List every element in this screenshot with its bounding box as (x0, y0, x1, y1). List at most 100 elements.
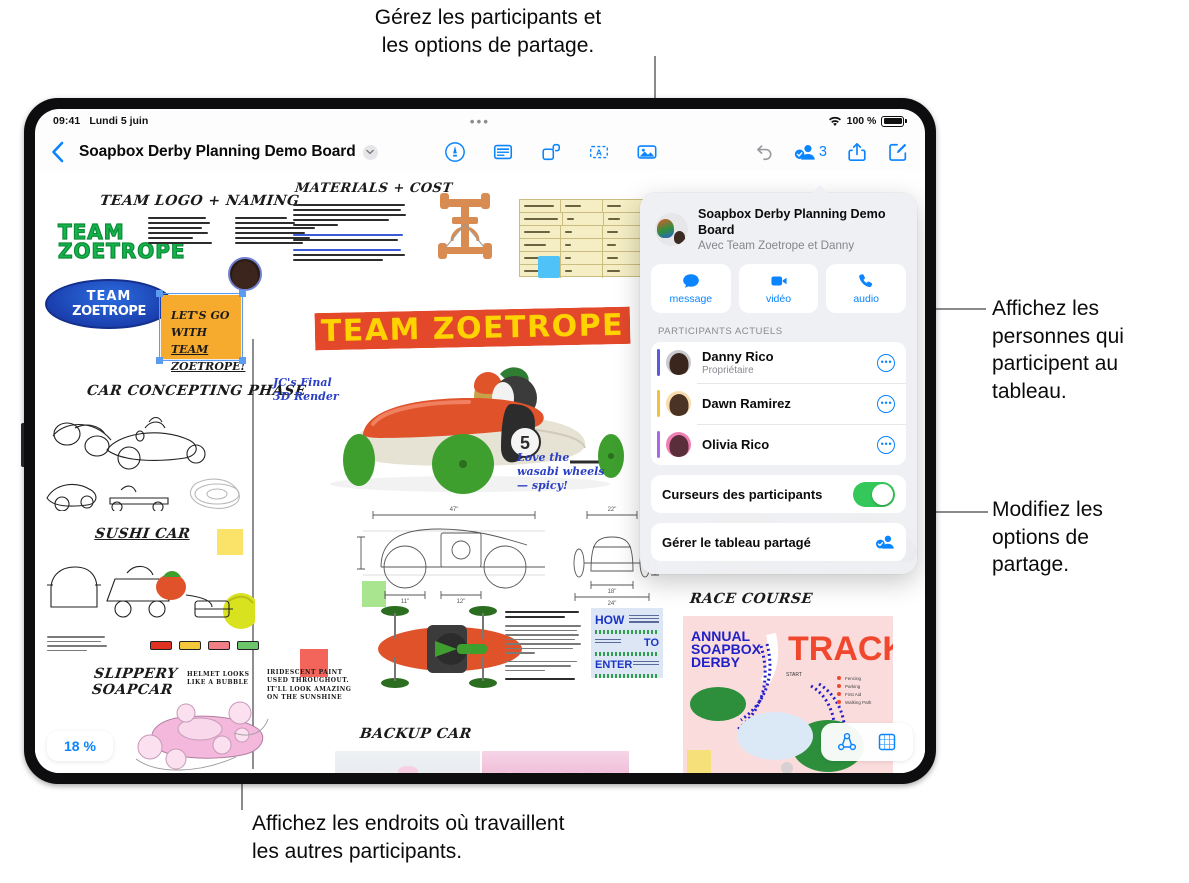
sticky-note-icon[interactable] (492, 141, 514, 163)
legend-parking: Parking (845, 684, 861, 689)
participant-color-bar (657, 431, 660, 459)
audio-action-button[interactable]: audio (826, 264, 907, 314)
legend-fencing: Fencing (845, 676, 862, 681)
grid-square-icon[interactable] (877, 732, 897, 752)
participant-cursor-avatar (228, 257, 262, 291)
banner-text: TEAM ZOETROPE (320, 307, 625, 350)
annotation-helmet-bubble: HELMET LOOKS LIKE A BUBBLE (187, 671, 250, 687)
video-action-label: vidéo (765, 292, 792, 305)
logo-oval-line2: ZOETROPE (72, 304, 146, 319)
avatar (666, 350, 691, 376)
participant-name: Olivia Rico (702, 437, 770, 453)
section-label-race-course: RACE COURSE (689, 591, 814, 607)
technical-drawing-side-view: 47" 11" 12" (357, 507, 545, 605)
more-circle-icon[interactable]: ••• (877, 435, 895, 454)
video-action-button[interactable]: vidéo (738, 264, 819, 314)
annotation-iridescent-paint: IRIDESCENT PAINT USED THROUGHOUT. IT'LL … (267, 669, 352, 702)
blue-stamp-sticker (538, 256, 560, 278)
callout-manage-participants: Gérez les participants et les options de… (374, 6, 602, 57)
poster-derby: DERBY (691, 654, 741, 670)
shapes-icon[interactable] (540, 141, 562, 163)
swatch-red (150, 641, 172, 650)
compose-icon[interactable] (887, 141, 909, 163)
participant-cursors-row[interactable]: Curseurs des participants (651, 475, 906, 514)
participant-role: Propriétaire (702, 365, 754, 377)
legend-firstaid: First Aid (845, 692, 862, 697)
share-up-icon[interactable] (846, 141, 868, 163)
photo-icon[interactable] (636, 141, 658, 163)
participant-row[interactable]: Danny Rico Propriétaire ••• (651, 342, 906, 383)
manage-shared-board-row[interactable]: Gérer le tableau partagé (651, 523, 906, 562)
share-panel: Soapbox Derby Planning Demo Board Avec T… (640, 184, 917, 575)
swatch-green (237, 641, 259, 650)
logo-oval-line1: TEAM (86, 289, 132, 304)
svg-text:A: A (596, 148, 602, 157)
message-action-button[interactable]: message (651, 264, 731, 314)
how-word: HOW (595, 613, 625, 627)
callout-edit-sharing: Modifiez les options de partage. (992, 498, 1103, 577)
avatar (666, 391, 691, 417)
svg-text:ZOETROPE: ZOETROPE (483, 767, 626, 773)
group-avatar (655, 213, 688, 247)
svg-text:47": 47" (450, 507, 459, 513)
backup-car-photo-2: ZOETROPE (482, 751, 629, 773)
participant-color-bar (657, 390, 660, 418)
sticky-note-yellow-small[interactable] (217, 529, 243, 555)
undo-icon[interactable] (753, 141, 775, 163)
back-chevron-icon[interactable] (51, 141, 64, 163)
logo-team-zoetrope-oval: TEAM ZOETROPE (45, 279, 173, 329)
video-camera-icon (770, 276, 787, 286)
standards-text-doc (505, 611, 583, 683)
status-time: 09:41 (53, 115, 81, 127)
share-panel-title: Soapbox Derby Planning Demo Board (698, 207, 886, 237)
text-box-icon[interactable]: A (588, 141, 610, 163)
avatar (666, 432, 691, 458)
participants-list: Danny Rico Propriétaire ••• Dawn Ramirez (651, 342, 906, 466)
banner-team-zoetrope: TEAM ZOETROPE (314, 306, 631, 351)
chevron-down-icon[interactable] (362, 144, 378, 160)
ipad-device-frame: 09:41 Lundi 5 juin ••• 100 % Soapbox Der… (21, 98, 936, 784)
selection-handles[interactable] (156, 290, 246, 364)
svg-text:24": 24" (608, 601, 617, 606)
participant-row[interactable]: Olivia Rico ••• (651, 424, 906, 465)
whiteboard-canvas[interactable]: TEAM LOGO + NAMING TEAM ZOETROPE TEAM ZO… (35, 171, 925, 773)
wifi-icon (828, 116, 841, 126)
participant-row[interactable]: Dawn Ramirez ••• (651, 383, 906, 424)
how-to-enter-card: HOW TO ENTER (591, 608, 663, 678)
svg-text:22": 22" (608, 507, 617, 513)
page-title: Soapbox Derby Planning Demo Board (79, 143, 356, 160)
nodes-icon[interactable] (837, 732, 857, 752)
share-panel-subtitle: Avec Team Zoetrope et Danny (698, 239, 855, 253)
participants-section-label: PARTICIPANTS ACTUELS (658, 326, 783, 338)
zoom-level-chip[interactable]: 18 % (47, 731, 113, 761)
soap-car-illustration (135, 701, 269, 771)
status-bar: 09:41 Lundi 5 juin ••• 100 % (35, 109, 925, 133)
participant-cursors-label: Curseurs des participants (662, 486, 823, 502)
section-label-backup-car: BACKUP CAR (359, 726, 473, 742)
naming-list-left (148, 217, 230, 247)
share-panel-header: Soapbox Derby Planning Demo Board Avec T… (651, 205, 906, 252)
battery-full-icon (881, 115, 907, 127)
callout-see-where-others-work: Affichez les endroits où travaillent les… (252, 812, 565, 863)
to-word: TO (643, 637, 659, 649)
pen-circle-icon[interactable] (444, 141, 466, 163)
backup-car-photo-1: ZOETROPE (335, 751, 480, 773)
manage-shared-board-icon (876, 536, 894, 550)
participants-button[interactable]: 3 (794, 141, 827, 163)
participant-cursors-toggle[interactable] (853, 481, 895, 507)
ipad-screen: 09:41 Lundi 5 juin ••• 100 % Soapbox Der… (35, 109, 925, 773)
battery-percent-label: 100 % (846, 115, 877, 127)
materials-text-block (293, 204, 408, 264)
participants-count: 3 (818, 144, 827, 160)
phone-handset-icon (859, 274, 873, 288)
more-circle-icon[interactable]: ••• (877, 394, 895, 413)
multitasking-dots[interactable]: ••• (35, 109, 925, 133)
message-bubble-icon (683, 274, 699, 288)
message-action-label: message (669, 292, 713, 305)
status-date: Lundi 5 juin (89, 115, 149, 127)
svg-text:18": 18" (608, 589, 617, 595)
people-shared-icon[interactable] (794, 141, 816, 163)
manage-shared-board-label: Gérer le tableau partagé (662, 534, 811, 550)
legend-walking: Walking Path (845, 700, 872, 705)
more-circle-icon[interactable]: ••• (877, 353, 895, 372)
